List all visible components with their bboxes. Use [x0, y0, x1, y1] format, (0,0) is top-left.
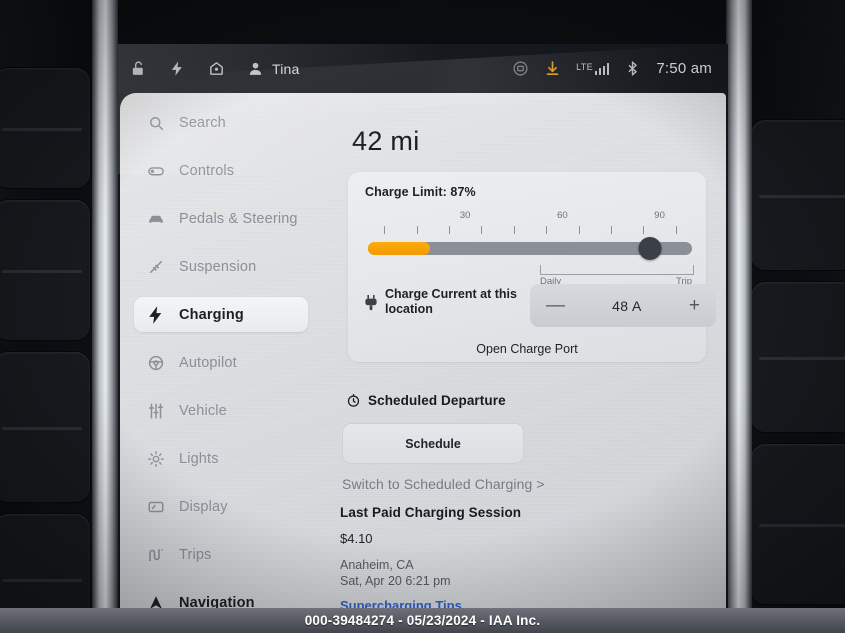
schedule-button[interactable]: Schedule	[342, 423, 524, 464]
unlock-icon[interactable]	[130, 60, 147, 77]
amperage-value: 48 A	[612, 297, 642, 314]
slider-tick-labels: 30 60 90	[368, 210, 692, 222]
air-vent	[0, 352, 90, 502]
increase-amperage-button[interactable]: +	[689, 296, 700, 315]
bolt-icon	[146, 305, 165, 324]
slider-ticks	[368, 226, 692, 235]
last-session-amount: $4.10	[340, 531, 373, 546]
decrease-amperage-button[interactable]: —	[546, 296, 565, 315]
sun-icon	[146, 449, 165, 468]
charge-plug-icon	[364, 295, 378, 313]
last-session-datetime: Sat, Apr 20 6:21 pm	[340, 574, 451, 588]
sidebar-item-autopilot[interactable]: Autopilot	[134, 345, 308, 380]
sidebar-item-vehicle[interactable]: Vehicle	[134, 393, 308, 428]
battery-level-fill	[368, 242, 430, 255]
home-icon[interactable]	[208, 60, 225, 77]
sidebar-item-label: Autopilot	[179, 354, 237, 371]
sidebar-item-controls[interactable]: Controls	[134, 153, 308, 188]
sidebar-item-label: Lights	[179, 450, 219, 467]
screen-bezel-right	[726, 0, 752, 633]
search-icon	[146, 113, 165, 132]
sidebar-item-label: Pedals & Steering	[179, 210, 298, 227]
open-charge-port-button[interactable]: Open Charge Port	[348, 342, 706, 356]
sidebar-item-label: Vehicle	[179, 402, 227, 419]
charge-current-label: Charge Current at this location	[385, 287, 517, 316]
shock-icon	[146, 257, 165, 276]
last-session-location: Anaheim, CA	[340, 558, 414, 572]
steering-icon	[146, 353, 165, 372]
watermark-text: 000-39484274 - 05/23/2024 - IAA Inc.	[304, 613, 541, 628]
sidebar-item-label: Display	[179, 498, 228, 515]
charge-limit-card: Charge Limit: 87% 30 60 90 Daily Trip Ch…	[348, 172, 716, 362]
sidebar-item-lights[interactable]: Lights	[134, 441, 308, 476]
air-vent	[751, 120, 845, 270]
air-vent	[0, 68, 90, 188]
road-icon	[146, 545, 165, 564]
tesla-touchscreen: Tina LTE 7:50 am Search Controls Pedals …	[118, 44, 728, 633]
charge-limit-label: Charge Limit: 87%	[365, 185, 476, 199]
screen-bezel-left	[92, 0, 118, 633]
sidebar-item-label: Charging	[179, 306, 244, 323]
sidebar-item-suspension[interactable]: Suspension	[134, 249, 308, 284]
driver-profile-name[interactable]: Tina	[272, 61, 300, 77]
charge-current-row: Charge Current at this location — 48 A +	[362, 284, 716, 327]
scheduled-departure-title: Scheduled Departure	[368, 393, 506, 408]
sidebar-item-label: Controls	[179, 162, 235, 179]
air-vent	[751, 444, 845, 604]
sidebar-item-trips[interactable]: Trips	[134, 537, 308, 572]
charge-limit-slider[interactable]: 30 60 90 Daily Trip	[368, 210, 694, 287]
clock-icon	[346, 393, 361, 408]
charging-content: 42 mi Charge Limit: 87% 30 60 90 Daily T…	[316, 93, 726, 633]
sidebar-item-label: Suspension	[179, 258, 257, 275]
amperage-stepper[interactable]: — 48 A +	[530, 284, 716, 327]
status-bar: Tina LTE 7:50 am	[118, 44, 728, 93]
sidebar-item-pedals-steering[interactable]: Pedals & Steering	[134, 201, 308, 236]
sidebar-item-label: Search	[179, 114, 226, 131]
bluetooth-icon[interactable]	[624, 60, 641, 77]
sidebar-item-charging[interactable]: Charging	[134, 297, 308, 332]
photo-scene: Tina LTE 7:50 am Search Controls Pedals …	[0, 0, 845, 633]
air-vent	[751, 282, 845, 432]
daily-trip-bracket	[540, 265, 694, 275]
cellular-signal-indicator: LTE	[576, 61, 610, 75]
scheduled-departure-header: Scheduled Departure	[346, 393, 506, 408]
signal-bars	[594, 62, 610, 75]
slider-thumb[interactable]	[638, 237, 662, 260]
car-icon	[146, 209, 165, 228]
settings-panel: Search Controls Pedals & Steering Suspen…	[120, 93, 726, 633]
slider-tick-label: 60	[557, 210, 568, 221]
avatar[interactable]	[247, 60, 264, 77]
screen-icon	[146, 497, 165, 516]
last-session-title: Last Paid Charging Session	[340, 505, 522, 520]
camera-circle-icon[interactable]	[512, 60, 529, 77]
settings-sidebar: Search Controls Pedals & Steering Suspen…	[120, 93, 316, 633]
slider-tick-label: 90	[654, 210, 665, 221]
sidebar-item-label: Trips	[179, 546, 212, 563]
air-vent	[0, 200, 90, 340]
sidebar-item-display[interactable]: Display	[134, 489, 308, 524]
toggle-icon	[146, 161, 165, 180]
switch-to-scheduled-charging-link[interactable]: Switch to Scheduled Charging >	[342, 476, 545, 492]
last-paid-session: Last Paid Charging Session $4.10 Anaheim…	[340, 505, 680, 589]
slider-tick-label: 30	[459, 210, 471, 221]
network-type-label: LTE	[576, 61, 593, 72]
download-icon[interactable]	[544, 60, 561, 77]
watermark-bar: 000-39484274 - 05/23/2024 - IAA Inc.	[0, 608, 845, 633]
sliders-icon	[146, 401, 165, 420]
clock: 7:50 am	[656, 60, 712, 77]
sidebar-item-search[interactable]: Search	[134, 105, 308, 140]
bolt-icon[interactable]	[169, 60, 186, 77]
range-readout: 42 mi	[352, 126, 420, 156]
